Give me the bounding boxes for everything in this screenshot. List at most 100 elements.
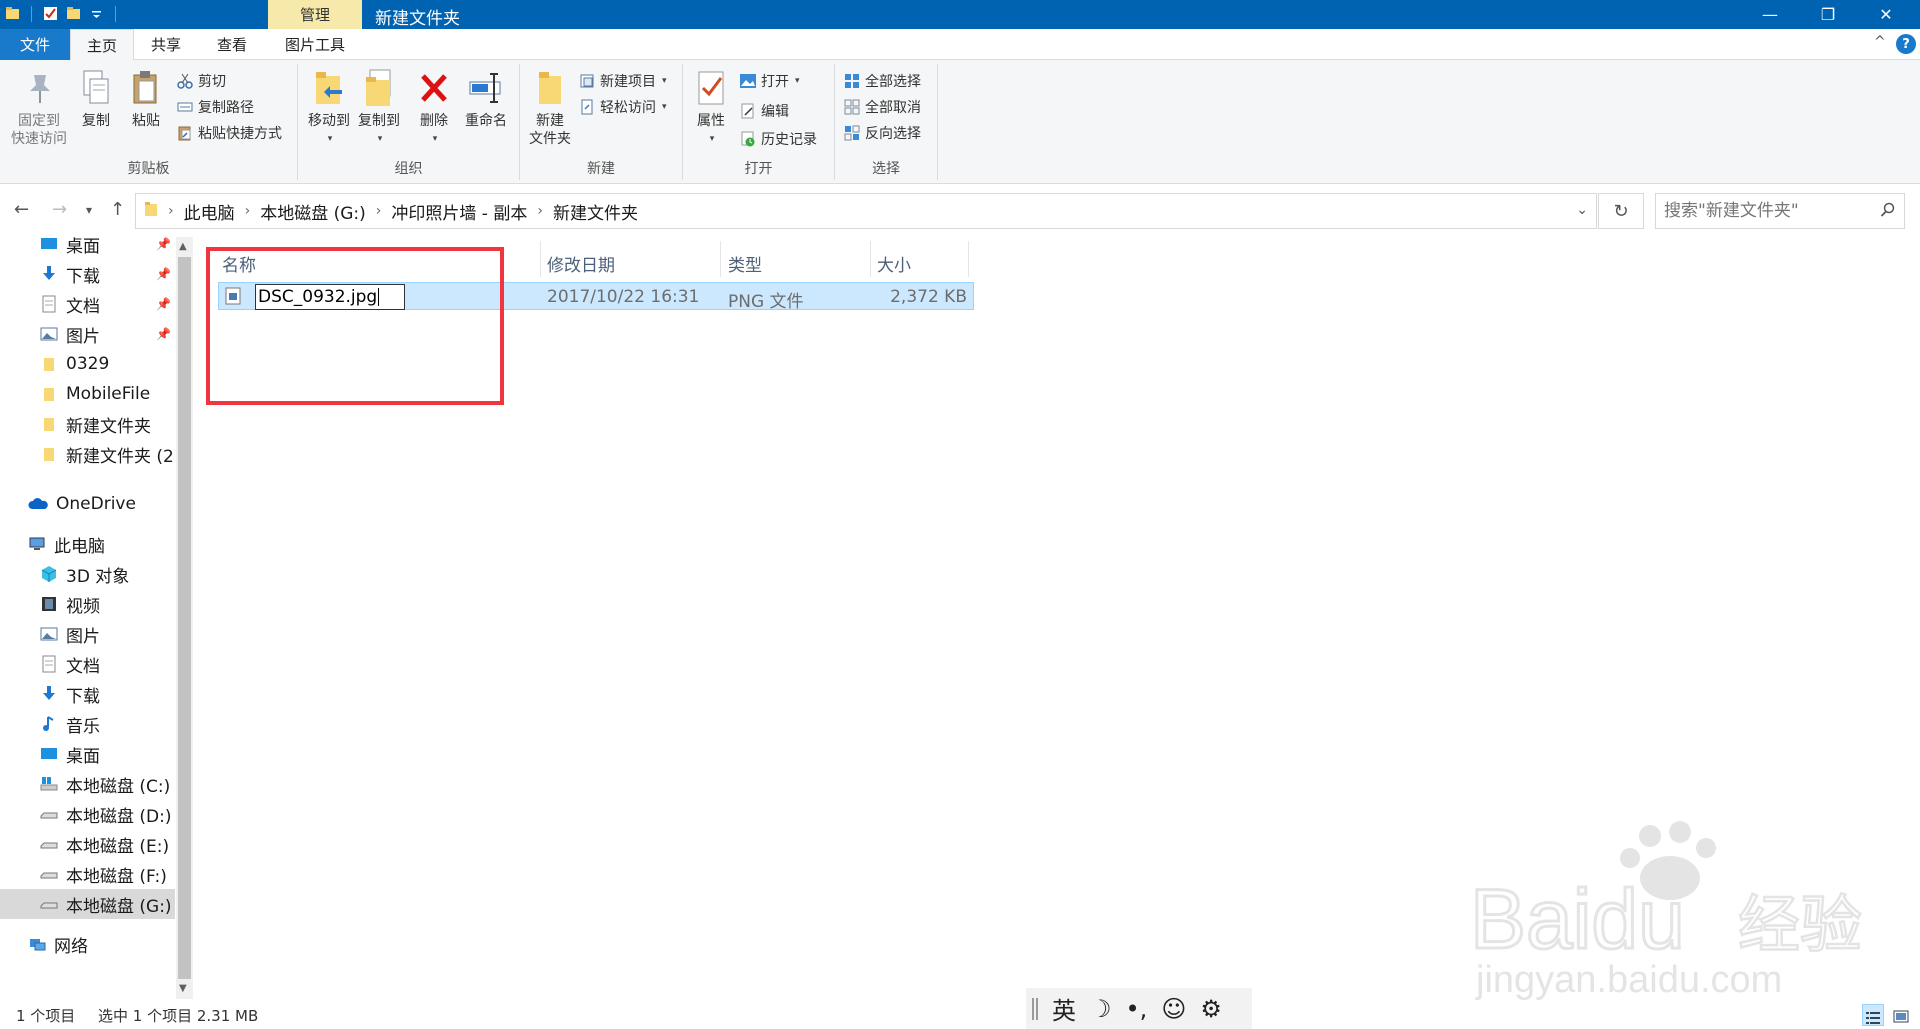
sidebar-item-pc-pictures[interactable]: 图片	[0, 619, 175, 649]
breadcrumb-photo-wall[interactable]: 冲印照片墙 - 副本	[391, 199, 527, 224]
invert-selection-button[interactable]: 反向选择	[843, 122, 921, 144]
pin-quick-access-button[interactable]: 固定到 快速访问	[8, 68, 70, 148]
sidebar-item-drive-g[interactable]: 本地磁盘 (G:)	[0, 889, 175, 919]
new-item-button[interactable]: 新建项目 ▾	[578, 70, 667, 92]
tab-home[interactable]: 主页	[70, 29, 134, 61]
tab-file[interactable]: 文件	[0, 29, 70, 60]
breadcrumb-this-pc[interactable]: 此电脑	[184, 199, 235, 224]
column-separator[interactable]	[968, 241, 969, 277]
sidebar-item-music[interactable]: 音乐	[0, 709, 175, 739]
recent-locations-chevron-icon[interactable]: ▾	[86, 203, 92, 217]
sidebar-item-0329[interactable]: 0329	[0, 349, 175, 379]
sidebar-item-desktop[interactable]: 桌面 📌	[0, 237, 175, 259]
sidebar-item-drive-e[interactable]: 本地磁盘 (E:)	[0, 829, 175, 859]
search-box[interactable]	[1655, 193, 1905, 229]
sidebar-item-this-pc[interactable]: 此电脑	[0, 529, 175, 559]
address-bar[interactable]: › 此电脑 › 本地磁盘 (G:) › 冲印照片墙 - 副本 › 新建文件夹 ⌄	[135, 193, 1597, 229]
paste-shortcut-button[interactable]: 粘贴快捷方式	[176, 122, 282, 144]
ime-emoji-icon[interactable]: ☺	[1161, 995, 1186, 1023]
breadcrumb-new-folder[interactable]: 新建文件夹	[553, 199, 638, 224]
sidebar-item-3d-objects[interactable]: 3D 对象	[0, 559, 175, 589]
column-separator[interactable]	[540, 241, 541, 277]
select-all-button[interactable]: 全部选择	[843, 70, 921, 92]
scroll-down-arrow-icon[interactable]: ▼	[179, 983, 187, 994]
sidebar-item-drive-f[interactable]: 本地磁盘 (F:)	[0, 859, 175, 889]
chevron-right-icon[interactable]: ›	[245, 203, 251, 219]
cut-button[interactable]: 剪切	[176, 70, 226, 92]
watermark-url: jingyan.baidu.com	[1475, 959, 1782, 1000]
ime-punctuation-toggle[interactable]: •,	[1126, 995, 1148, 1023]
sidebar-item-pc-desktop[interactable]: 桌面	[0, 739, 175, 769]
sidebar-item-drive-d[interactable]: 本地磁盘 (D:)	[0, 799, 175, 829]
column-header-modified[interactable]: 修改日期	[547, 251, 615, 276]
properties-icon[interactable]	[42, 5, 59, 22]
sidebar-item-drive-c[interactable]: 本地磁盘 (C:)	[0, 769, 175, 799]
chevron-right-icon[interactable]: ›	[168, 203, 174, 219]
customize-dropdown-icon[interactable]	[88, 5, 105, 22]
copy-to-button[interactable]: 复制到 ▾	[356, 68, 402, 148]
sidebar-item-network[interactable]: 网络	[0, 929, 175, 959]
sidebar-item-pc-documents[interactable]: 文档	[0, 649, 175, 679]
properties-button[interactable]: 属性 ▾	[691, 68, 731, 148]
sidebar-item-pictures[interactable]: 图片 📌	[0, 319, 175, 349]
ime-moon-icon[interactable]: ☽	[1090, 995, 1112, 1023]
sidebar-item-documents[interactable]: 文档 📌	[0, 289, 175, 319]
back-arrow-icon[interactable]: ←	[14, 199, 29, 220]
select-none-button[interactable]: 全部取消	[843, 96, 921, 118]
move-to-button[interactable]: 移动到 ▾	[306, 68, 352, 148]
chevron-right-icon[interactable]: ›	[376, 203, 382, 219]
sidebar-item-pc-downloads[interactable]: 下载	[0, 679, 175, 709]
sidebar-item-new-folder[interactable]: 新建文件夹	[0, 409, 175, 439]
delete-button[interactable]: 删除 ▾	[414, 68, 454, 148]
copy-button[interactable]: 复制	[76, 68, 116, 130]
maximize-button[interactable]: ❐	[1800, 0, 1856, 29]
scrollbar-thumb[interactable]	[178, 257, 191, 979]
minimize-button[interactable]: —	[1742, 0, 1798, 29]
search-icon[interactable]	[1880, 202, 1896, 222]
sidebar-item-mobilefile[interactable]: MobileFile	[0, 379, 175, 409]
context-tab-manage[interactable]: 管理	[268, 0, 362, 29]
rename-button[interactable]: 重命名	[460, 68, 512, 130]
ime-language-toggle[interactable]: 英	[1052, 991, 1076, 1026]
column-header-type[interactable]: 类型	[728, 251, 762, 276]
sidebar-item-onedrive[interactable]: OneDrive	[0, 489, 175, 519]
chevron-right-icon[interactable]: ›	[537, 203, 543, 219]
breadcrumb-drive-g[interactable]: 本地磁盘 (G:)	[260, 199, 366, 224]
file-modified-date: 2017/10/22 16:31	[547, 287, 700, 307]
tab-view[interactable]: 查看	[206, 29, 258, 60]
address-dropdown-icon[interactable]: ⌄	[1576, 202, 1588, 218]
sidebar-item-downloads[interactable]: 下载 📌	[0, 259, 175, 289]
tab-share[interactable]: 共享	[140, 29, 192, 60]
navigation-pane-scrollbar[interactable]: ▲ ▼	[176, 237, 193, 999]
navigation-pane: 桌面 📌 下载 📌 文档 📌 图片 📌 0329 MobileFile 新建文件…	[0, 237, 192, 997]
easy-access-button[interactable]: 轻松访问 ▾	[578, 96, 667, 118]
help-button[interactable]: ?	[1896, 34, 1916, 54]
forward-arrow-icon[interactable]: →	[52, 199, 67, 220]
ime-drag-handle[interactable]	[1032, 997, 1038, 1020]
sidebar-item-new-folder-2[interactable]: 新建文件夹 (2	[0, 439, 175, 469]
paste-shortcut-icon	[176, 124, 194, 142]
refresh-button[interactable]: ↻	[1598, 193, 1644, 229]
new-folder-icon[interactable]	[65, 5, 82, 22]
column-separator[interactable]	[720, 241, 721, 277]
history-button[interactable]: 历史记录	[739, 128, 817, 150]
search-input[interactable]	[1664, 201, 1864, 221]
paste-button[interactable]: 粘贴	[126, 68, 166, 130]
details-view-button[interactable]	[1862, 1004, 1884, 1026]
new-folder-button[interactable]: 新建 文件夹	[526, 68, 574, 148]
collapse-ribbon-button[interactable]: ^	[1874, 34, 1886, 50]
edit-button[interactable]: 编辑	[739, 100, 789, 122]
up-arrow-icon[interactable]: ↑	[110, 199, 125, 220]
scroll-up-arrow-icon[interactable]: ▲	[179, 241, 187, 252]
copy-path-button[interactable]: 复制路径	[176, 96, 254, 118]
status-bar: 1 个项目 选中 1 个项目 2.31 MB	[0, 1000, 1920, 1029]
tab-picture-tools[interactable]: 图片工具	[272, 29, 358, 60]
sidebar-item-videos[interactable]: 视频	[0, 589, 175, 619]
column-header-size[interactable]: 大小	[877, 251, 911, 276]
close-button[interactable]: ✕	[1858, 0, 1914, 29]
ime-settings-icon[interactable]: ⚙	[1200, 995, 1222, 1023]
computer-icon	[28, 535, 46, 553]
column-separator[interactable]	[870, 241, 871, 277]
large-icons-view-button[interactable]	[1890, 1004, 1912, 1026]
open-button[interactable]: 打开 ▾	[739, 70, 800, 92]
